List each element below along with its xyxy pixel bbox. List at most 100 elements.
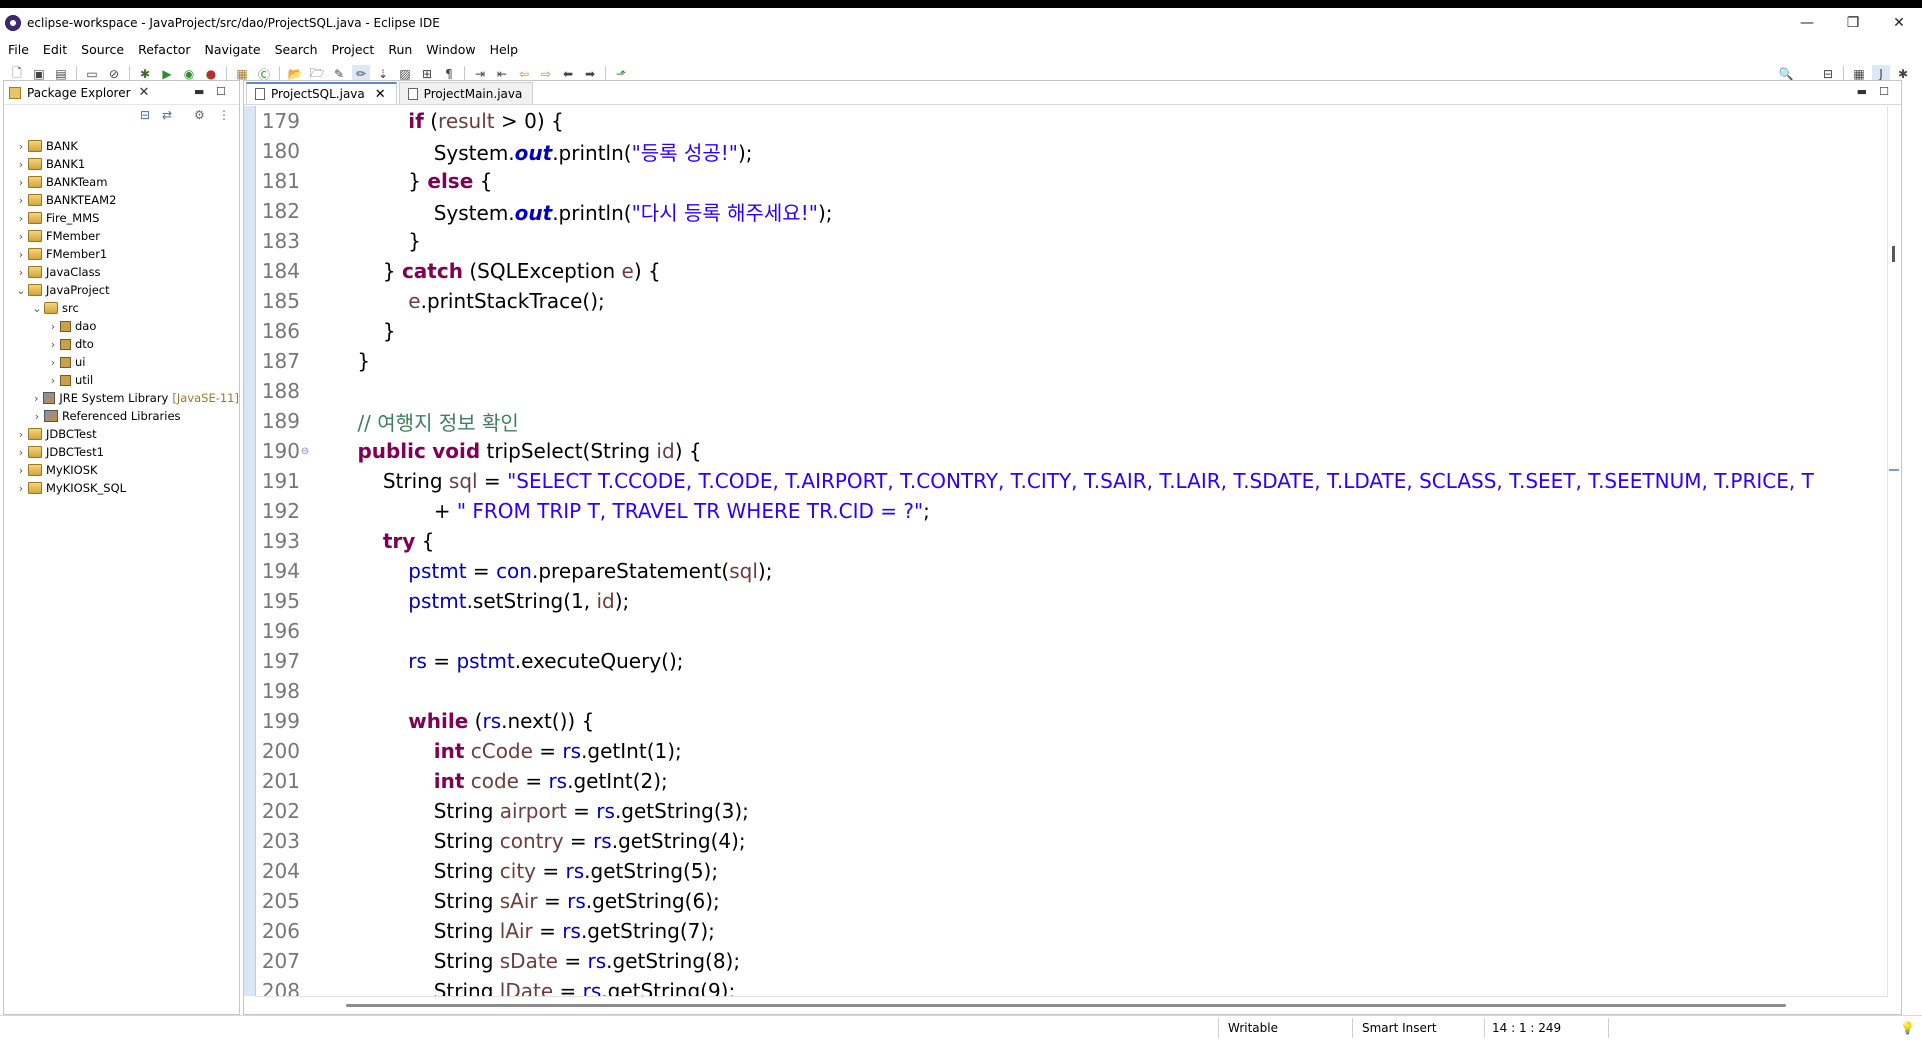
tree-item-util[interactable]: › util [4, 371, 239, 389]
code-line[interactable]: 184 } catch (SQLException e) { [256, 256, 1888, 286]
code-line[interactable]: 195 pstmt.setString(1, id); [256, 586, 1888, 616]
horizontal-scrollbar[interactable] [256, 996, 1888, 1014]
menu-edit[interactable]: Edit [36, 42, 74, 57]
fold-toggle-icon[interactable]: ⊖ [300, 446, 310, 457]
code-line[interactable]: 179 if (result > 0) { [256, 106, 1888, 136]
tab-projectmain[interactable]: ProjectMain.java [398, 82, 534, 104]
chevron-right-icon[interactable]: › [14, 266, 28, 279]
scrollbar-thumb[interactable] [346, 1004, 1786, 1007]
code-line[interactable]: 196 [256, 616, 1888, 646]
chevron-right-icon[interactable]: › [30, 392, 43, 405]
code-line[interactable]: 197 rs = pstmt.executeQuery(); [256, 646, 1888, 676]
code-line[interactable]: 182 System.out.println("다시 등록 해주세요!"); [256, 196, 1888, 226]
code-line[interactable]: 183 } [256, 226, 1888, 256]
tree-item-jdbctest[interactable]: › JDBCTest [4, 425, 239, 443]
view-menu-icon[interactable]: ⋮ [218, 108, 230, 122]
menu-navigate[interactable]: Navigate [198, 42, 268, 57]
code-line[interactable]: 185 e.printStackTrace(); [256, 286, 1888, 316]
link-with-editor-icon[interactable]: ⇄ [162, 108, 172, 122]
code-line[interactable]: 188 [256, 376, 1888, 406]
tree-item-bankteam[interactable]: › BANKTeam [4, 173, 239, 191]
maximize-view-icon[interactable]: ☐ [216, 85, 226, 98]
tree-item-mykiosk[interactable]: › MyKIOSK [4, 461, 239, 479]
chevron-right-icon[interactable]: › [46, 320, 60, 333]
code-line[interactable]: 203 String contry = rs.getString(4); [256, 826, 1888, 856]
chevron-down-icon[interactable]: ⌄ [30, 302, 44, 315]
tree-item-ui[interactable]: › ui [4, 353, 239, 371]
occurrence-marker[interactable] [1889, 469, 1899, 471]
chevron-right-icon[interactable]: › [14, 158, 28, 171]
tree-item-fmember[interactable]: › FMember [4, 227, 239, 245]
tree-item-javaclass[interactable]: › JavaClass [4, 263, 239, 281]
chevron-right-icon[interactable]: › [14, 230, 28, 243]
maximize-editor-icon[interactable]: ☐ [1879, 85, 1889, 98]
code-line[interactable]: 194 pstmt = con.prepareStatement(sql); [256, 556, 1888, 586]
minimize-button[interactable]: — [1784, 8, 1830, 38]
code-line[interactable]: 200 int cCode = rs.getInt(1); [256, 736, 1888, 766]
chevron-right-icon[interactable]: › [46, 374, 60, 387]
code-line[interactable]: 181 } else { [256, 166, 1888, 196]
code-line[interactable]: 208 String lDate = rs.getString(9); [256, 976, 1888, 996]
filters-icon[interactable]: ⚙ [194, 108, 205, 122]
chevron-right-icon[interactable]: › [14, 194, 28, 207]
tree-item-fire-mms[interactable]: › Fire_MMS [4, 209, 239, 227]
tree-item-referenced-libraries[interactable]: › Referenced Libraries [4, 407, 239, 425]
package-explorer-tab[interactable]: Package Explorer ✕ [9, 81, 155, 105]
minimize-editor-icon[interactable]: ▬ [1857, 85, 1867, 98]
tree-item-javaproject[interactable]: ⌄ JavaProject [4, 281, 239, 299]
code-line[interactable]: 187 } [256, 346, 1888, 376]
chevron-right-icon[interactable]: › [14, 482, 28, 495]
code-line[interactable]: 207 String sDate = rs.getString(8); [256, 946, 1888, 976]
close-icon[interactable]: ✕ [139, 85, 150, 100]
menu-refactor[interactable]: Refactor [131, 42, 197, 57]
menu-help[interactable]: Help [483, 42, 526, 57]
code-line[interactable]: 199 while (rs.next()) { [256, 706, 1888, 736]
menu-search[interactable]: Search [268, 42, 325, 57]
chevron-right-icon[interactable]: › [46, 338, 60, 351]
menu-source[interactable]: Source [74, 42, 131, 57]
code-line[interactable]: 180 System.out.println("등록 성공!"); [256, 136, 1888, 166]
tree-item-bankteam2[interactable]: › BANKTEAM2 [4, 191, 239, 209]
code-line[interactable]: 206 String lAir = rs.getString(7); [256, 916, 1888, 946]
code-line[interactable]: 186 } [256, 316, 1888, 346]
chevron-down-icon[interactable]: ⌄ [14, 284, 28, 297]
minimize-view-icon[interactable]: ▬ [194, 85, 204, 98]
code-line[interactable]: 191 String sql = "SELECT T.CCODE, T.CODE… [256, 466, 1888, 496]
tree-item-mykiosk-sql[interactable]: › MyKIOSK_SQL [4, 479, 239, 497]
chevron-right-icon[interactable]: › [30, 410, 44, 423]
overview-ruler[interactable] [1887, 106, 1901, 996]
tree-item-jre-system-library[interactable]: › JRE System Library [JavaSE-11] [4, 389, 239, 407]
menu-project[interactable]: Project [325, 42, 382, 57]
chevron-right-icon[interactable]: › [46, 356, 60, 369]
tree-item-jdbctest1[interactable]: › JDBCTest1 [4, 443, 239, 461]
menu-window[interactable]: Window [419, 42, 482, 57]
code-line[interactable]: 204 String city = rs.getString(5); [256, 856, 1888, 886]
chevron-right-icon[interactable]: › [14, 176, 28, 189]
chevron-right-icon[interactable]: › [14, 428, 28, 441]
chevron-right-icon[interactable]: › [14, 140, 28, 153]
tab-projectsql[interactable]: ProjectSQL.java ✕ [246, 82, 397, 104]
code-line[interactable]: 205 String sAir = rs.getString(6); [256, 886, 1888, 916]
close-button[interactable]: ✕ [1876, 8, 1922, 38]
tree-item-src[interactable]: ⌄ src [4, 299, 239, 317]
collapse-all-icon[interactable]: ⊟ [140, 108, 150, 122]
lightbulb-icon[interactable]: 💡 [1900, 1021, 1915, 1035]
code-line[interactable]: 198 [256, 676, 1888, 706]
close-icon[interactable]: ✕ [375, 87, 386, 102]
menu-file[interactable]: File [0, 42, 36, 57]
code-line[interactable]: 193 try { [256, 526, 1888, 556]
code-line[interactable]: 190 ⊖ public void tripSelect(String id) { [256, 436, 1888, 466]
code-line[interactable]: 202 String airport = rs.getString(3); [256, 796, 1888, 826]
tree-item-fmember1[interactable]: › FMember1 [4, 245, 239, 263]
code-line[interactable]: 189 // 여행지 정보 확인 [256, 406, 1888, 436]
chevron-right-icon[interactable]: › [14, 212, 28, 225]
tree-item-bank[interactable]: › BANK [4, 137, 239, 155]
tree-item-dto[interactable]: › dto [4, 335, 239, 353]
restore-button[interactable]: ❐ [1830, 8, 1876, 38]
chevron-right-icon[interactable]: › [14, 248, 28, 261]
code-line[interactable]: 192 + " FROM TRIP T, TRAVEL TR WHERE TR.… [256, 496, 1888, 526]
chevron-right-icon[interactable]: › [14, 446, 28, 459]
chevron-right-icon[interactable]: › [14, 464, 28, 477]
tree-item-dao[interactable]: › dao [4, 317, 239, 335]
code-line[interactable]: 201 int code = rs.getInt(2); [256, 766, 1888, 796]
